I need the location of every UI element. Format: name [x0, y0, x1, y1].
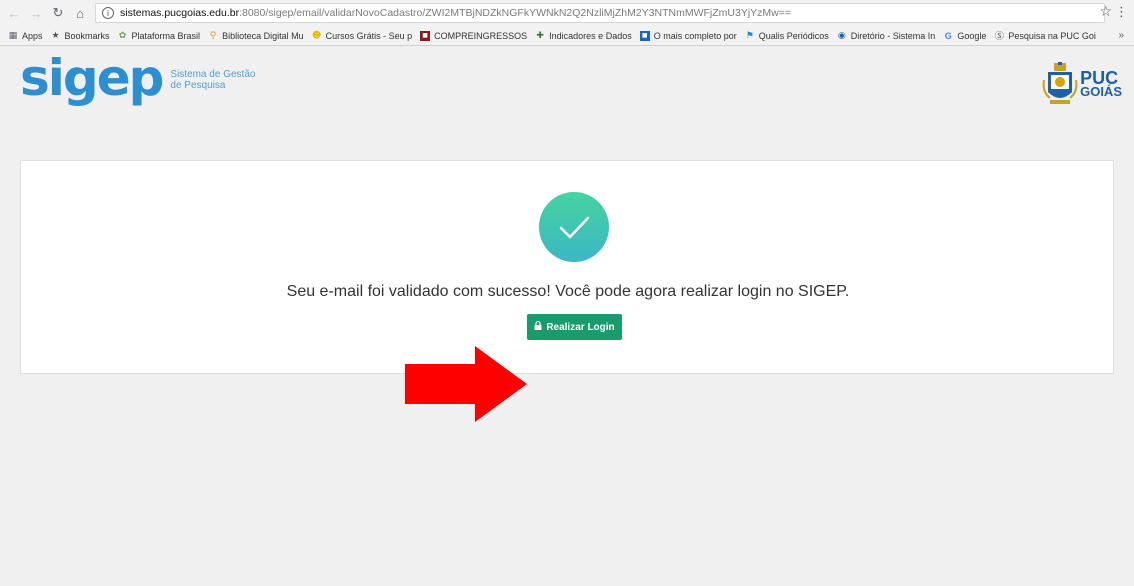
- bookmark-label: O mais completo por: [653, 30, 737, 41]
- bookmark-label: Biblioteca Digital Mu: [222, 30, 304, 41]
- google-icon: G: [944, 30, 952, 41]
- bookmark-label: Bookmarks: [64, 30, 110, 41]
- wordpress-icon: Ⓢ: [994, 32, 1004, 42]
- browser-toolbar: ← → ↻ ⌂ i sistemas.pucgoias.edu.br:8080/…: [0, 0, 1134, 26]
- flag-icon: ⚑: [745, 30, 754, 41]
- url-host: sistemas.pucgoias.edu.br: [120, 7, 240, 19]
- star-icon: ★: [51, 30, 60, 41]
- bookmark-plataforma-brasil[interactable]: ✿ Plataforma Brasil: [118, 30, 201, 41]
- bookmark-google[interactable]: G Google: [943, 30, 987, 41]
- bookmark-compreingressos[interactable]: ■ COMPREINGRESSOS: [420, 30, 528, 41]
- ticket-icon: ■: [420, 30, 431, 41]
- puc-goias-logo[interactable]: PUC GOIÁS: [1042, 62, 1122, 108]
- realizar-login-button[interactable]: Realizar Login: [527, 314, 622, 340]
- page: sigep Sistema de Gestão de Pesquisa PUC …: [0, 46, 1134, 586]
- success-check-icon: [539, 192, 609, 262]
- bookmark-label: Diretório - Sistema In: [850, 30, 936, 41]
- bookmark-label: Cursos Grátis - Seu p: [325, 30, 413, 41]
- directory-icon: ◉: [837, 30, 846, 41]
- bookmark-star-icon[interactable]: ☆: [1099, 4, 1112, 20]
- login-button-label: Realizar Login: [546, 321, 615, 333]
- bookmark-apps[interactable]: ▦ Apps: [8, 31, 43, 41]
- bookmark-label: Google: [957, 30, 987, 41]
- url-path: :8080/sigep/email/validarNovoCadastro/ZW…: [239, 7, 792, 19]
- bookmark-biblioteca-digital[interactable]: ⚲ Biblioteca Digital Mu: [208, 31, 304, 41]
- sigep-logo[interactable]: sigep Sistema de Gestão de Pesquisa: [20, 49, 255, 107]
- bookmark-cursos-gratis[interactable]: ☻ Cursos Grátis - Seu p: [311, 30, 413, 41]
- info-icon[interactable]: i: [102, 7, 114, 19]
- bookmark-label: Indicadores e Dados: [549, 30, 632, 41]
- puc-subtitle: GOIÁS: [1080, 84, 1122, 99]
- logo-subtitle-line-2: de Pesquisa: [170, 80, 226, 91]
- bookmark-qualis[interactable]: ⚑ Qualis Periódicos: [745, 31, 829, 41]
- apps-icon: ▦: [8, 30, 18, 41]
- bookmark-label: Pesquisa na PUC Goi: [1008, 30, 1096, 41]
- bookmark-label: Apps: [22, 30, 43, 41]
- validation-card: Seu e-mail foi validado com sucesso! Voc…: [20, 160, 1114, 374]
- lock-icon: [534, 320, 542, 333]
- checkmark-icon: [559, 216, 590, 239]
- success-message: Seu e-mail foi validado com sucesso! Voc…: [286, 283, 850, 300]
- leaf-icon: ✿: [118, 30, 127, 41]
- browser-menu-icon[interactable]: ⋮: [1115, 5, 1128, 20]
- more-bookmarks-icon[interactable]: »: [1118, 30, 1124, 41]
- bookmark-label: COMPREINGRESSOS: [434, 30, 528, 41]
- bookmark-indicadores[interactable]: ✚ Indicadores e Dados: [535, 30, 632, 41]
- bookmark-label: Plataforma Brasil: [131, 30, 201, 41]
- home-icon[interactable]: ⌂: [72, 5, 88, 21]
- bookmark-bookmarks[interactable]: ★ Bookmarks: [51, 30, 110, 41]
- logo-subtitle: Sistema de Gestão de Pesquisa: [170, 69, 255, 91]
- red-arrow-annotation: [405, 346, 527, 422]
- dm-icon: ■: [639, 30, 650, 41]
- cross-icon: ✚: [536, 30, 544, 41]
- bookmark-pesquisa-puc[interactable]: Ⓢ Pesquisa na PUC Goi: [994, 30, 1096, 43]
- back-icon[interactable]: ←: [6, 5, 22, 21]
- puc-title: PUC: [1080, 68, 1119, 88]
- bookmark-diretorio[interactable]: ◉ Diretório - Sistema In: [837, 30, 936, 41]
- logo-subtitle-line-1: Sistema de Gestão: [170, 69, 256, 80]
- smile-icon: ☻: [311, 30, 322, 41]
- address-bar[interactable]: i sistemas.pucgoias.edu.br:8080/sigep/em…: [95, 3, 1105, 23]
- pin-icon: ⚲: [209, 30, 217, 41]
- bookmark-o-mais-completo[interactable]: ■ O mais completo por: [639, 30, 737, 41]
- logo-wordmark: sigep: [20, 49, 164, 107]
- puc-crest-icon: [1042, 62, 1078, 104]
- bookmarks-bar: ▦ Apps ★ Bookmarks ✿ Plataforma Brasil ⚲…: [0, 26, 1134, 46]
- bookmark-label: Qualis Periódicos: [758, 30, 829, 41]
- forward-icon[interactable]: →: [28, 5, 44, 21]
- puc-text: PUC GOIÁS: [1080, 68, 1122, 99]
- reload-icon[interactable]: ↻: [50, 5, 66, 21]
